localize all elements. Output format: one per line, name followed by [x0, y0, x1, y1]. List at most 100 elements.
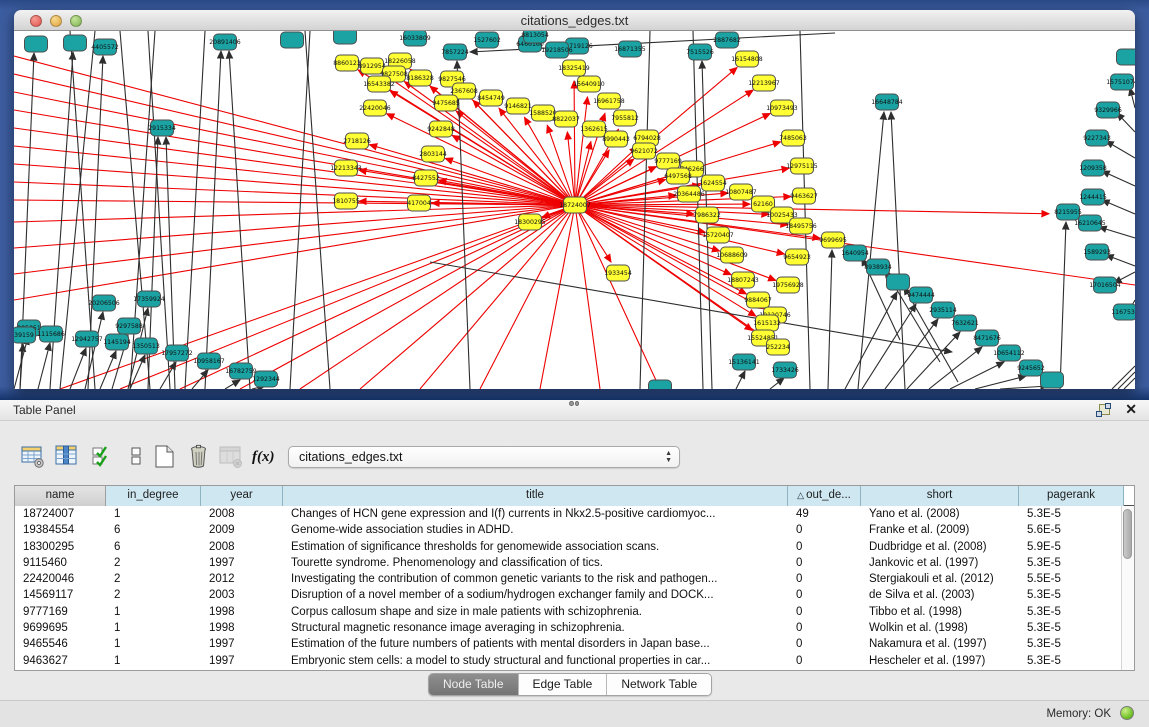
network-node[interactable]: 15640910 — [573, 76, 605, 92]
network-node[interactable]: 39159 — [14, 327, 36, 343]
network-node[interactable]: 7632621 — [951, 315, 979, 331]
vertical-scrollbar[interactable] — [1121, 506, 1134, 670]
network-node[interactable]: 1933454 — [604, 265, 632, 281]
citation-edge-black[interactable] — [1000, 386, 1048, 389]
citation-edge-red[interactable] — [574, 81, 575, 205]
network-node[interactable]: 12942757 — [71, 331, 103, 347]
window-titlebar[interactable]: citations_edges.txt — [14, 10, 1135, 31]
network-node[interactable]: 252234 — [766, 339, 790, 355]
network-node[interactable]: 9245652 — [1017, 360, 1045, 376]
network-node[interactable]: 9777169 — [654, 153, 682, 169]
network-node[interactable]: 1810755 — [332, 193, 360, 209]
network-node[interactable]: 6497568 — [664, 168, 692, 184]
citation-edge-black[interactable] — [160, 362, 176, 389]
network-node[interactable] — [334, 31, 357, 44]
citation-edge-black[interactable] — [1060, 222, 1066, 389]
delete-column-icon[interactable] — [186, 444, 212, 470]
table-row[interactable]: 1938455462009Genome-wide association stu… — [15, 522, 1134, 538]
citation-edge-red[interactable] — [14, 205, 575, 248]
network-node[interactable]: 1115686 — [37, 326, 65, 342]
citation-edge-black[interactable] — [225, 380, 240, 389]
citation-edge-black[interactable] — [736, 371, 745, 389]
citation-edge-red[interactable] — [180, 205, 575, 389]
network-node[interactable]: 9474444 — [907, 287, 935, 303]
network-node[interactable]: 15720407 — [702, 227, 734, 243]
network-node[interactable]: 8454749 — [477, 90, 505, 106]
network-node[interactable]: 4405572 — [91, 39, 119, 55]
row-selection-icon[interactable] — [90, 444, 116, 470]
citation-edge-black[interactable] — [885, 319, 938, 389]
network-node[interactable]: 9699695 — [819, 232, 847, 248]
column-header-title[interactable]: title — [283, 486, 788, 506]
citation-edge-red[interactable] — [480, 205, 575, 389]
citation-edge-black[interactable] — [205, 51, 221, 389]
citation-edge-black[interactable] — [1112, 366, 1135, 389]
network-node[interactable]: 1209358 — [1079, 160, 1107, 176]
citation-edge-black[interactable] — [1102, 200, 1135, 214]
citation-edge-black[interactable] — [1124, 378, 1135, 389]
network-node[interactable]: 8427552 — [412, 170, 440, 186]
citation-edge-black[interactable] — [148, 31, 170, 389]
citation-edge-black[interactable] — [907, 332, 960, 389]
table-row[interactable]: 1872400712008Changes of HCN gene express… — [15, 506, 1134, 522]
close-panel-icon[interactable]: ✕ — [1125, 401, 1137, 418]
network-node[interactable]: 12213343 — [330, 160, 362, 176]
citation-edge-black[interactable] — [770, 378, 784, 389]
network-node[interactable]: 9227343 — [1083, 130, 1111, 146]
network-node[interactable]: 16961758 — [593, 93, 625, 109]
network-node[interactable]: 20206506 — [88, 295, 120, 311]
citation-edge-red[interactable] — [360, 205, 575, 389]
table-row[interactable]: 969969511998Structural magnetic resonanc… — [15, 620, 1134, 636]
network-node[interactable]: 1589293 — [1083, 244, 1111, 260]
network-node[interactable]: 7515526 — [686, 44, 714, 60]
network-node[interactable]: 17957272 — [161, 345, 193, 361]
network-node[interactable]: 16033809 — [399, 31, 431, 46]
network-node[interactable]: 18300295 — [514, 214, 546, 230]
network-node[interactable] — [281, 32, 304, 48]
table-row[interactable]: 1456911722003Disruption of a novel membe… — [15, 587, 1134, 603]
network-node[interactable]: 7485063 — [779, 130, 807, 146]
column-header-year[interactable]: year — [201, 486, 283, 506]
network-node[interactable]: 20891406 — [209, 34, 241, 50]
network-hub-node[interactable]: 18724007 — [559, 197, 591, 213]
citation-edge-red[interactable] — [575, 142, 591, 205]
network-node[interactable]: 17016504 — [1089, 277, 1121, 293]
citation-edge-black[interactable] — [305, 31, 330, 389]
network-node[interactable]: 1624554 — [699, 175, 727, 191]
network-node[interactable] — [1041, 372, 1064, 388]
network-node[interactable]: 15751074 — [1106, 74, 1135, 90]
tab-network-table[interactable]: Network Table — [607, 674, 711, 695]
network-node[interactable]: 8813054 — [521, 31, 549, 43]
network-node[interactable]: 1145194 — [103, 334, 131, 350]
network-node[interactable]: 10688609 — [716, 247, 748, 263]
table-selector-dropdown[interactable]: citations_edges.txt ▲▼ — [288, 446, 680, 468]
network-node[interactable]: 12975115 — [786, 158, 818, 174]
network-node[interactable]: 8938934 — [864, 259, 892, 275]
citation-edge-black[interactable] — [290, 31, 310, 389]
network-node[interactable]: 417004 — [407, 195, 431, 211]
network-node[interactable]: 12213967 — [748, 75, 780, 91]
network-node[interactable] — [1117, 49, 1136, 65]
tab-edge-table[interactable]: Edge Table — [519, 674, 608, 695]
network-node[interactable]: 2718126 — [343, 133, 371, 149]
table-row[interactable]: 1830029562008Estimation of significance … — [15, 539, 1134, 555]
citation-edge-black[interactable] — [1130, 88, 1135, 108]
network-node[interactable]: 2915334 — [148, 120, 176, 136]
network-node[interactable]: 9463627 — [790, 188, 818, 204]
citation-edge-black[interactable] — [975, 376, 1026, 389]
citation-edge-red[interactable] — [300, 205, 575, 389]
column-header-out_de[interactable]: △out_de... — [788, 486, 861, 506]
network-node[interactable]: 18325419 — [558, 60, 590, 76]
network-node[interactable]: 16648784 — [871, 94, 903, 110]
network-canvas[interactable]: 4405572208914061603380978572241527602646… — [14, 31, 1135, 389]
network-node[interactable]: 9884067 — [744, 292, 772, 308]
network-node[interactable]: 8186328 — [406, 70, 434, 86]
citation-edge-black[interactable] — [929, 347, 982, 389]
network-node[interactable]: 16210645 — [1074, 215, 1106, 231]
table-row[interactable]: 946554611997Estimation of the future num… — [15, 636, 1134, 652]
network-node[interactable]: 7986322 — [693, 207, 721, 223]
table-options-icon[interactable] — [20, 444, 46, 470]
function-builder-icon[interactable]: f(x) — [252, 444, 278, 470]
column-header-name[interactable]: name — [15, 486, 106, 506]
citation-edge-red[interactable] — [14, 56, 575, 205]
